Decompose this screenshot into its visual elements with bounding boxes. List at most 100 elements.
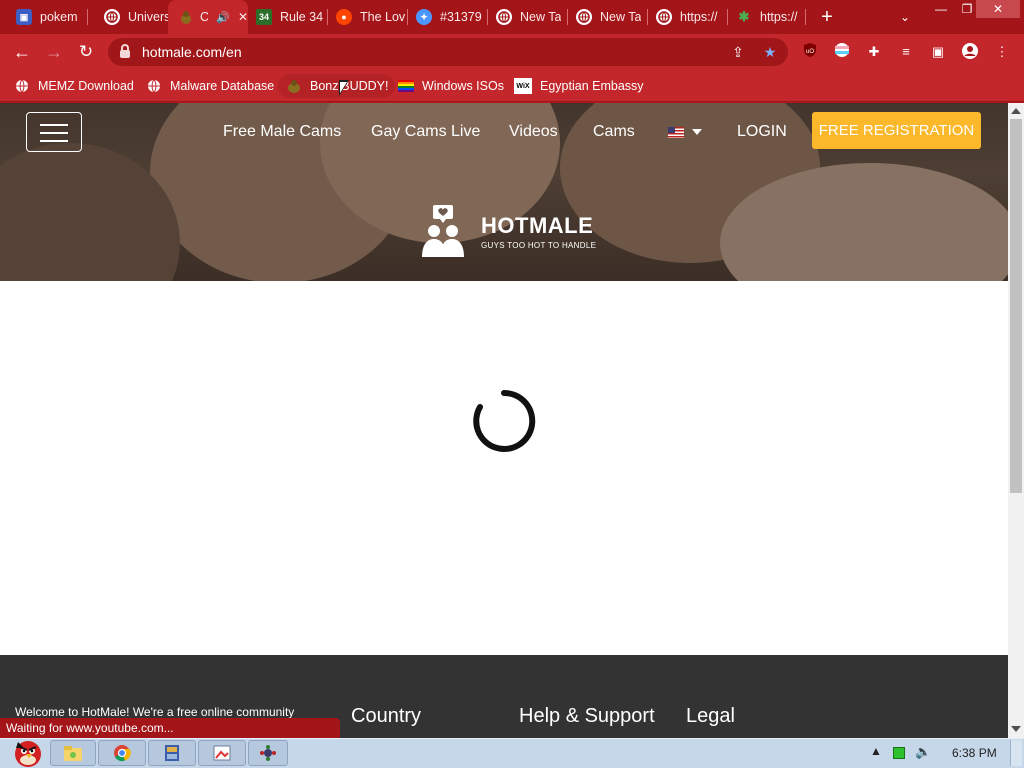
taskbar-clock[interactable]: 6:38 PM [952, 746, 997, 760]
reload-icon[interactable]: ↻ [74, 40, 98, 64]
taskbar-app-3[interactable] [248, 740, 288, 766]
new-tab-button[interactable]: + [816, 6, 838, 28]
angry-bird-start-icon[interactable] [4, 736, 50, 768]
network-icon[interactable] [893, 747, 905, 759]
bookmark-malware-db[interactable]: Malware Database [146, 74, 274, 98]
tab-label: https:// [680, 10, 718, 24]
volume-icon[interactable]: 🔈 [915, 744, 931, 762]
extensions-puzzle-icon[interactable]: ✚ [864, 42, 884, 62]
hotmale-logo-icon[interactable] [418, 205, 468, 257]
hamburger-menu-button[interactable] [26, 112, 82, 152]
tab-label: https:// [760, 10, 798, 24]
audio-icon[interactable]: 🔊 [216, 11, 230, 24]
globe-icon [656, 9, 672, 25]
flag-extension-icon[interactable] [832, 42, 852, 62]
back-icon[interactable]: ← [10, 40, 34, 64]
bookmark-label: Windows ISOs [422, 79, 504, 93]
nav-gay-cams-live[interactable]: Gay Cams Live [371, 123, 480, 141]
bonzi-icon [286, 78, 302, 94]
tab-label: Univers [128, 10, 168, 24]
gamepad-icon [260, 745, 276, 761]
app-window-icon [165, 745, 179, 761]
globe-icon [496, 9, 512, 25]
footer-heading-legal: Legal [686, 705, 735, 727]
share-icon[interactable]: ⇪ [728, 42, 748, 62]
profile-icon[interactable] [960, 42, 980, 62]
taskbar-chrome[interactable] [98, 740, 146, 766]
bookmark-windows-isos[interactable]: Windows ISOs [398, 74, 504, 98]
page-viewport: Free Male Cams Gay Cams Live Videos Cams… [0, 103, 1008, 738]
brand-name[interactable]: HOTMALE [481, 213, 593, 239]
tab-label: pokem [40, 10, 78, 24]
scroll-up-arrow-icon[interactable] [1011, 108, 1021, 114]
tab-label: C [200, 10, 209, 24]
address-bar[interactable]: hotmale.com/en ⇪ ★ [108, 38, 788, 66]
tab-rule34[interactable]: 34 Rule 34 [248, 0, 328, 34]
paint-icon [213, 745, 231, 761]
status-bubble: Waiting for www.youtube.com... [0, 718, 340, 738]
tab-scratch[interactable]: ✦ #31379 [408, 0, 488, 34]
folder-icon [64, 746, 82, 761]
tab-new-1[interactable]: New Ta [488, 0, 568, 34]
ublock-icon[interactable]: uO [800, 42, 820, 62]
tab-https-2[interactable]: ✱ https:// [728, 0, 806, 34]
nav-videos[interactable]: Videos [509, 123, 558, 141]
bookmark-bonzibuddy[interactable]: BonziBUDDY! [278, 74, 395, 98]
tab-new-2[interactable]: New Ta [568, 0, 648, 34]
bookmarks-bar: MEMZ Download Malware Database BonziBUDD… [0, 70, 1024, 102]
tab-reddit[interactable]: ● The Lov [328, 0, 408, 34]
tab-search-icon[interactable]: ⌄ [895, 7, 915, 27]
url-text[interactable]: hotmale.com/en [142, 44, 242, 60]
scratch-icon: ✦ [416, 9, 432, 25]
globe-icon [104, 9, 120, 25]
page-scrollbar[interactable] [1008, 103, 1024, 738]
tab-label: New Ta [600, 10, 642, 24]
tab-label: Rule 34 [280, 10, 324, 24]
tab-pokemon[interactable]: ▣ pokem [0, 0, 88, 34]
hero-banner: Free Male Cams Gay Cams Live Videos Cams… [0, 103, 1008, 281]
taskbar-app-1[interactable] [148, 740, 196, 766]
footer-intro-text: Welcome to HotMale! We're a free online … [15, 705, 295, 719]
scroll-down-arrow-icon[interactable] [1011, 726, 1021, 732]
minimize-button[interactable]: — [928, 0, 954, 18]
tab-active[interactable]: C 🔊 ✕ [168, 0, 248, 34]
bookmark-star-icon[interactable]: ★ [760, 42, 780, 62]
menu-kebab-icon[interactable]: ⋮ [992, 42, 1012, 62]
close-window-button[interactable]: ✕ [976, 0, 1020, 18]
show-desktop-button[interactable] [1010, 740, 1022, 766]
taskbar-explorer[interactable] [50, 740, 96, 766]
close-tab-icon[interactable]: ✕ [238, 10, 248, 24]
free-registration-button[interactable]: FREE REGISTRATION [812, 112, 981, 149]
globe-icon [576, 9, 592, 25]
nav-free-male-cams[interactable]: Free Male Cams [223, 123, 341, 141]
nav-cams[interactable]: Cams [593, 123, 635, 141]
tray-expand-icon[interactable]: ▲ [870, 744, 882, 762]
puzzle-icon: ✱ [738, 9, 750, 24]
bookmark-memz[interactable]: MEMZ Download [14, 74, 134, 98]
loading-spinner-icon [473, 389, 536, 452]
tab-label: #31379 [440, 10, 482, 24]
globe-icon [146, 78, 162, 94]
footer-heading-help: Help & Support [519, 705, 655, 727]
bookmark-label: Malware Database [170, 79, 275, 93]
scrollbar-thumb[interactable] [1010, 119, 1022, 493]
svg-text:uO: uO [806, 49, 814, 55]
forward-icon[interactable]: → [42, 40, 66, 64]
bookmark-egyptian-embassy[interactable]: WiX Egyptian Embassy [514, 74, 644, 98]
media-control-icon[interactable]: ≡ [896, 42, 916, 62]
bonzi-icon [178, 9, 194, 25]
rainbow-flag-icon [398, 78, 414, 94]
login-link[interactable]: LOGIN [737, 123, 787, 141]
tab-https-1[interactable]: https:// [648, 0, 728, 34]
side-panel-icon[interactable]: ▣ [928, 42, 948, 62]
lock-icon [120, 44, 130, 58]
globe-icon [14, 78, 30, 94]
rule34-icon: 34 [256, 9, 272, 25]
tab-universal[interactable]: Univers [88, 0, 168, 34]
footer-heading-country: Country [351, 705, 422, 727]
taskbar-app-2[interactable] [198, 740, 246, 766]
language-dropdown-caret-icon[interactable] [692, 129, 702, 135]
brand-tagline: GUYS TOO HOT TO HANDLE [481, 241, 597, 250]
us-flag-icon[interactable] [668, 127, 684, 138]
pokemon-icon: ▣ [16, 9, 32, 25]
